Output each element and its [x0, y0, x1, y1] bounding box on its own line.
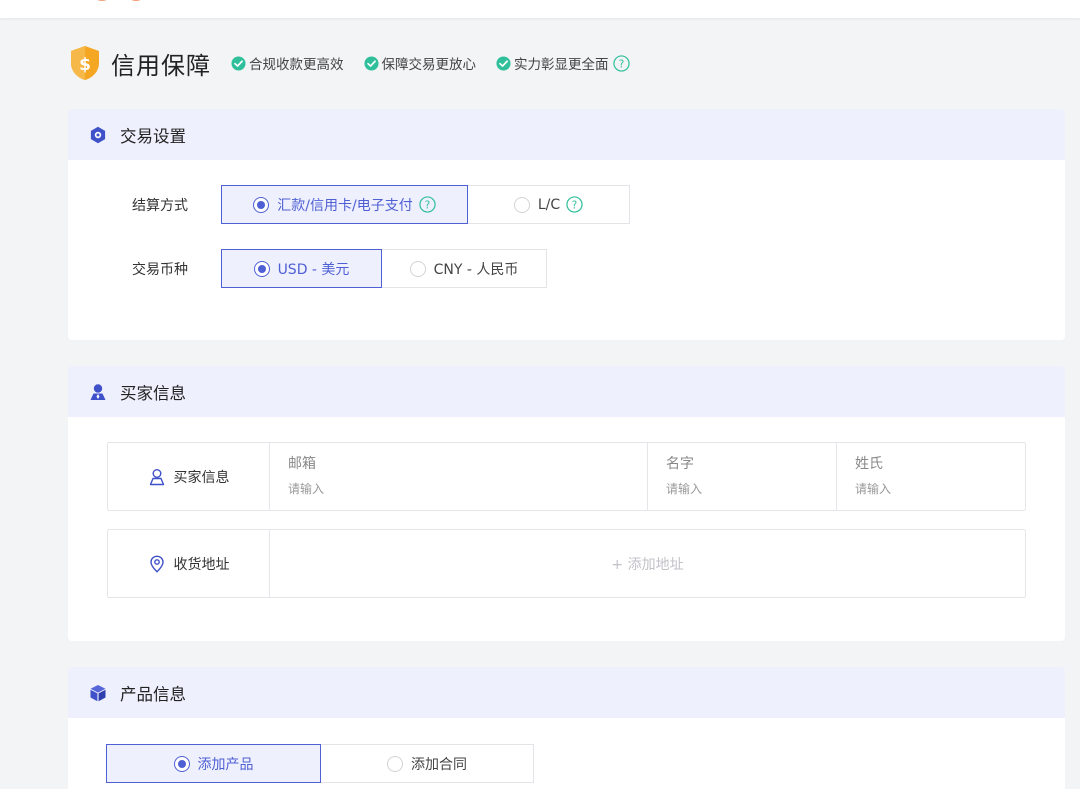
settlement-option-wire[interactable]: 汇款/信用卡/电子支付 ?	[221, 185, 468, 224]
feature-label: 保障交易更放心	[381, 57, 477, 73]
cube-icon	[90, 684, 106, 701]
svg-text:?: ?	[424, 199, 430, 211]
shipping-address-label-cell: 收货地址	[108, 530, 270, 597]
last-name-input[interactable]	[855, 482, 1008, 496]
page-header: $ 信用保障 合规收款更高效 保障交易更放心 实力彰显更全面 ?	[68, 45, 650, 81]
gear-icon	[90, 126, 106, 143]
first-name-field-cell: 名字	[648, 443, 837, 510]
card-title: 产品信息	[120, 684, 186, 704]
settlement-row: 结算方式 汇款/信用卡/电子支付 ? L/C ?	[68, 185, 630, 224]
feature-strength: 实力彰显更全面 ?	[496, 53, 630, 73]
product-type-row: 添加产品 添加合同	[106, 744, 534, 783]
buyer-info-label-cell: 买家信息	[108, 443, 270, 510]
feature-compliance: 合规收款更高效	[231, 53, 344, 73]
option-label: 汇款/信用卡/电子支付	[277, 197, 413, 214]
option-label: USD - 美元	[277, 261, 350, 278]
shield-dollar-icon: $	[71, 46, 99, 80]
card-header: 买家信息	[68, 366, 1065, 417]
svg-text:?: ?	[618, 58, 624, 70]
buyer-info-card: 买家信息 买家信息 邮箱 名字 姓氏 收货地址	[68, 366, 1065, 641]
user-outline-icon	[149, 468, 164, 485]
help-icon[interactable]: ?	[566, 196, 583, 213]
location-pin-icon	[149, 555, 164, 573]
check-circle-icon	[231, 55, 246, 71]
top-bar	[0, 0, 1080, 18]
email-label: 邮箱	[288, 456, 316, 472]
shipping-address-box: 收货地址 + 添加地址	[107, 529, 1026, 598]
settlement-label: 结算方式	[132, 197, 188, 214]
feature-security: 保障交易更放心	[363, 53, 477, 73]
add-product-option[interactable]: 添加产品	[106, 744, 321, 783]
user-icon	[90, 383, 106, 400]
card-title: 交易设置	[120, 126, 186, 146]
currency-row: 交易币种 USD - 美元 CNY - 人民币	[68, 249, 547, 288]
buyer-info-label: 买家信息	[173, 469, 230, 486]
trade-settings-card: 交易设置 结算方式 汇款/信用卡/电子支付 ? L/C ? 交易币种 USD -…	[68, 109, 1065, 340]
feature-label: 合规收款更高效	[249, 57, 344, 73]
svg-text:$: $	[79, 55, 91, 75]
shipping-address-label: 收货地址	[173, 556, 230, 573]
radio-selected[interactable]	[253, 196, 270, 213]
check-circle-icon	[496, 55, 511, 71]
settlement-option-lc[interactable]: L/C ?	[467, 185, 630, 224]
brand-logo	[97, 0, 141, 1]
add-address-button[interactable]: + 添加地址	[270, 530, 1025, 597]
card-header: 产品信息	[68, 667, 1065, 718]
product-info-card: 产品信息 添加产品 添加合同	[68, 667, 1065, 789]
card-title: 买家信息	[120, 383, 186, 403]
last-name-field-cell: 姓氏	[837, 443, 1025, 510]
radio-selected[interactable]	[173, 755, 190, 772]
help-icon[interactable]: ?	[612, 54, 630, 72]
radio-unselected[interactable]	[387, 755, 403, 772]
card-header: 交易设置	[68, 109, 1065, 160]
option-label: 添加产品	[197, 756, 254, 773]
currency-label: 交易币种	[132, 261, 188, 278]
page-title: 信用保障	[111, 51, 211, 80]
currency-option-usd[interactable]: USD - 美元	[221, 249, 382, 288]
option-label: CNY - 人民币	[433, 261, 519, 278]
email-input[interactable]	[288, 482, 612, 496]
option-label: L/C	[537, 196, 561, 213]
check-circle-icon	[363, 55, 379, 71]
first-name-label: 名字	[666, 456, 694, 472]
radio-selected[interactable]	[253, 260, 270, 277]
first-name-input[interactable]	[666, 482, 819, 496]
currency-option-cny[interactable]: CNY - 人民币	[381, 249, 547, 288]
add-contract-option[interactable]: 添加合同	[320, 744, 534, 783]
help-icon[interactable]: ?	[419, 196, 436, 213]
buyer-info-box: 买家信息 邮箱 名字 姓氏	[107, 442, 1026, 511]
option-label: 添加合同	[411, 756, 467, 773]
radio-unselected[interactable]	[513, 196, 530, 213]
svg-text:?: ?	[572, 199, 578, 211]
last-name-label: 姓氏	[855, 456, 883, 472]
feature-label: 实力彰显更全面	[514, 57, 609, 73]
radio-unselected[interactable]	[409, 260, 426, 277]
email-field-cell: 邮箱	[270, 443, 648, 510]
